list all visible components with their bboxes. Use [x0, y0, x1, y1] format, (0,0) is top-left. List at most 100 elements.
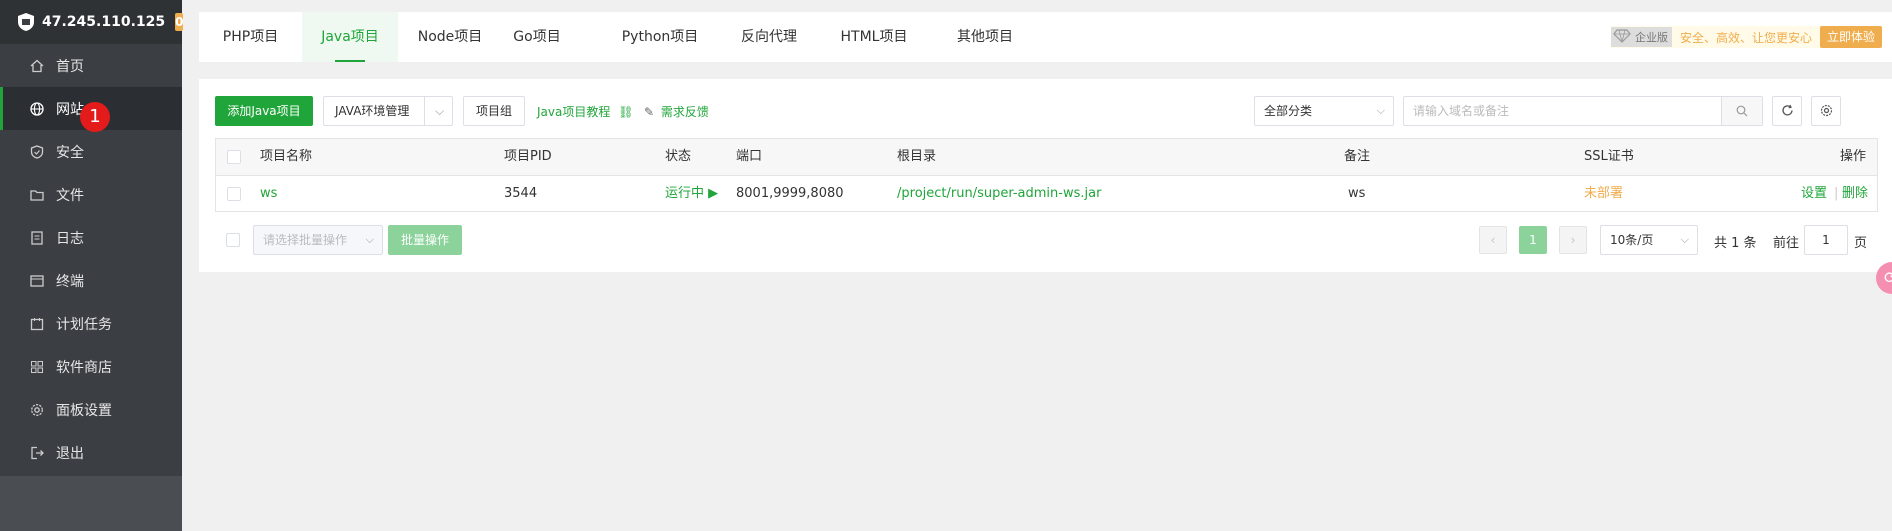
link-icon: ⛓ — [618, 105, 634, 119]
sidebar-item-label: 首页 — [56, 58, 84, 75]
feedback-link[interactable]: ✎ 需求反馈 — [644, 103, 709, 120]
sidebar-item-label: 面板设置 — [56, 402, 112, 419]
chevron-down-icon[interactable]: ⌵ — [424, 97, 454, 125]
category-select[interactable]: 全部分类 ⌵ — [1254, 96, 1394, 126]
search-input[interactable]: 请输入域名或备注 — [1403, 96, 1763, 126]
sidebar-item-cron[interactable]: 计划任务 — [0, 302, 182, 345]
notification-badge[interactable]: 0 — [175, 13, 184, 31]
header-pid: 项目PID — [504, 149, 552, 164]
tab-php[interactable]: PHP项目 — [199, 12, 302, 62]
header-port: 端口 — [736, 149, 763, 164]
sidebar-item-logout[interactable]: 退出 — [0, 431, 182, 474]
prev-page-button[interactable]: ‹ — [1479, 226, 1507, 254]
settings-link[interactable]: 设置 — [1801, 176, 1827, 212]
row-checkbox[interactable] — [227, 187, 241, 201]
goto-page-input[interactable]: 1 — [1804, 225, 1848, 255]
gear-icon — [30, 403, 44, 417]
project-remark[interactable]: ws — [1348, 176, 1365, 212]
table-row: ws 3544 运行中 ▶ 8001,9999,8080 /project/ru… — [216, 176, 1877, 212]
sidebar-footer — [0, 476, 182, 531]
java-tutorial-link[interactable]: Java项目教程 ⛓ — [537, 103, 633, 120]
batch-select-all-checkbox[interactable] — [226, 233, 240, 247]
project-tabs: PHP项目 Java项目 Node项目 Go项目 Python项目 反向代理 H… — [199, 12, 1892, 62]
table-settings-button[interactable] — [1811, 96, 1841, 126]
calendar-icon — [30, 317, 44, 331]
java-env-button[interactable]: JAVA环境管理 ⌵ — [323, 96, 453, 126]
logout-icon — [30, 446, 44, 460]
tab-other[interactable]: 其他项目 — [945, 12, 1025, 62]
sidebar-item-home[interactable]: 首页 — [0, 44, 182, 87]
goto-suffix: 页 — [1854, 236, 1868, 251]
sidebar-item-files[interactable]: 文件 — [0, 173, 182, 216]
select-all-checkbox[interactable] — [227, 150, 241, 164]
page-size-select[interactable]: 10条/页 ⌵ — [1600, 225, 1698, 255]
sidebar-item-label: 日志 — [56, 230, 84, 247]
project-root-link[interactable]: /project/run/super-admin-ws.jar — [897, 176, 1101, 212]
search-icon[interactable] — [1721, 97, 1762, 125]
sidebar-item-store[interactable]: 软件商店 — [0, 345, 182, 388]
refresh-button[interactable] — [1772, 96, 1802, 126]
header-ssl: SSL证书 — [1584, 149, 1634, 164]
sidebar-item-label: 文件 — [56, 187, 84, 204]
goto-prefix: 前往 — [1773, 236, 1800, 251]
sidebar-item-label: 终端 — [56, 273, 84, 290]
log-icon — [30, 230, 44, 245]
tab-java[interactable]: Java项目 — [302, 12, 398, 62]
terminal-icon — [30, 274, 44, 288]
enterprise-slogan: 安全、高效、让您更安心 — [1679, 30, 1812, 45]
projects-table: 项目名称 项目PID 状态 端口 根目录 备注 SSL证书 操作 ws 3544… — [215, 138, 1878, 212]
marker-one: 1 — [80, 102, 110, 132]
add-java-project-button[interactable]: 添加Java项目 — [215, 96, 313, 126]
ops-divider: | — [1834, 186, 1839, 201]
batch-operation-select[interactable]: 请选择批量操作 ⌵ — [253, 225, 383, 255]
chevron-down-icon: ⌵ — [1680, 233, 1689, 246]
tab-go[interactable]: Go项目 — [497, 12, 577, 62]
batch-operation-button[interactable]: 批量操作 — [388, 225, 462, 255]
chevron-down-icon: ⌵ — [1376, 104, 1385, 117]
delete-link[interactable]: 删除 — [1842, 176, 1868, 212]
header-name: 项目名称 — [260, 149, 313, 164]
try-now-button[interactable]: 立即体验 — [1819, 26, 1882, 48]
enterprise-promo: 企业版 安全、高效、让您更安心 立即体验 — [1610, 26, 1882, 48]
main-panel: 添加Java项目 JAVA环境管理 ⌵ 项目组 Java项目教程 ⛓ ✎ 需求反… — [199, 79, 1892, 272]
sidebar-item-security[interactable]: 安全 — [0, 130, 182, 173]
chevron-down-icon: ⌵ — [365, 233, 374, 246]
sidebar-item-label: 退出 — [56, 445, 84, 462]
feedback-icon: ✎ — [644, 105, 655, 119]
sidebar-item-terminal[interactable]: 终端 — [0, 259, 182, 302]
shield-icon — [30, 144, 44, 159]
refresh-icon — [1781, 104, 1794, 120]
diamond-icon — [1613, 28, 1631, 46]
header-status: 状态 — [665, 149, 692, 164]
folder-icon — [30, 188, 44, 202]
sidebar-item-settings[interactable]: 面板设置 — [0, 388, 182, 431]
header-remark: 备注 — [1344, 149, 1371, 164]
gear-icon — [1820, 104, 1833, 120]
project-group-button[interactable]: 项目组 — [463, 96, 525, 126]
tab-reverse-proxy[interactable]: 反向代理 — [729, 12, 809, 62]
help-icon: ⟳ — [1884, 268, 1892, 287]
project-name-link[interactable]: ws — [260, 176, 277, 212]
sidebar-item-label: 计划任务 — [56, 316, 112, 333]
sidebar-item-label: 软件商店 — [56, 359, 112, 376]
sidebar-header: 47.245.110.125 0 — [0, 0, 184, 44]
sidebar: 47.245.110.125 0 首页 网站 安全 文件 日志 终端 计划任务 … — [0, 0, 184, 531]
home-icon — [30, 59, 44, 73]
project-port: 8001,9999,8080 — [736, 186, 844, 201]
tab-python[interactable]: Python项目 — [610, 12, 710, 62]
status-toggle[interactable]: 运行中 ▶ — [665, 176, 718, 212]
tab-html[interactable]: HTML项目 — [824, 12, 924, 62]
enterprise-tag: 企业版 — [1610, 27, 1672, 47]
project-pid: 3544 — [504, 186, 538, 201]
table-header: 项目名称 项目PID 状态 端口 根目录 备注 SSL证书 操作 — [216, 139, 1877, 176]
sidebar-item-label: 安全 — [56, 144, 84, 161]
globe-icon — [30, 101, 44, 116]
sidebar-item-logs[interactable]: 日志 — [0, 216, 182, 259]
ssl-status-link[interactable]: 未部署 — [1584, 176, 1623, 212]
tab-node[interactable]: Node项目 — [403, 12, 497, 62]
play-icon: ▶ — [708, 186, 719, 201]
total-count: 共 1 条 — [1714, 236, 1757, 251]
next-page-button[interactable]: › — [1559, 226, 1587, 254]
page-1-button[interactable]: 1 — [1519, 226, 1547, 254]
header-root: 根目录 — [897, 149, 937, 164]
